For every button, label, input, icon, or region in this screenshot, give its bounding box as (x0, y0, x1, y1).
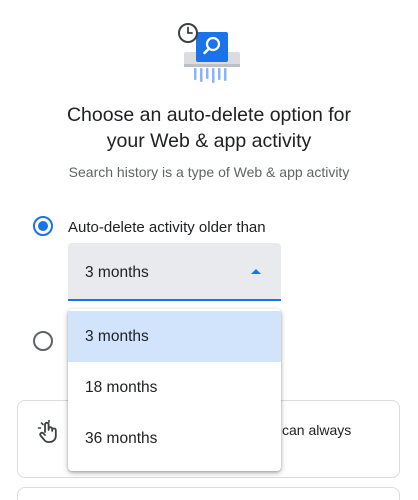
page-title: Choose an auto-delete option for your We… (0, 102, 418, 154)
auto-delete-label[interactable]: Auto-delete activity older than (68, 219, 266, 236)
menu-item-3-months[interactable]: 3 months (68, 311, 281, 362)
period-dropdown-menu: 3 months 18 months 36 months (68, 309, 281, 471)
menu-item-36-months[interactable]: 36 months (68, 413, 281, 464)
auto-delete-dialog: Choose an auto-delete option for your We… (0, 0, 418, 500)
auto-delete-period-select[interactable]: 3 months (68, 243, 281, 301)
title-line-2: your Web & app activity (106, 130, 312, 152)
bottom-card (17, 487, 400, 500)
hand-pointer-icon (37, 419, 57, 443)
page-subtitle: Search history is a type of Web & app ac… (68, 164, 350, 180)
select-value: 3 months (85, 264, 149, 281)
shredder-clock-search-icon (178, 23, 240, 83)
caret-up-icon (251, 269, 261, 274)
dont-auto-delete-radio[interactable] (33, 331, 53, 351)
title-line-1: Choose an auto-delete option for (66, 104, 352, 126)
info-text: can always (282, 422, 352, 438)
menu-item-18-months[interactable]: 18 months (68, 362, 281, 413)
auto-delete-radio[interactable] (33, 216, 53, 236)
